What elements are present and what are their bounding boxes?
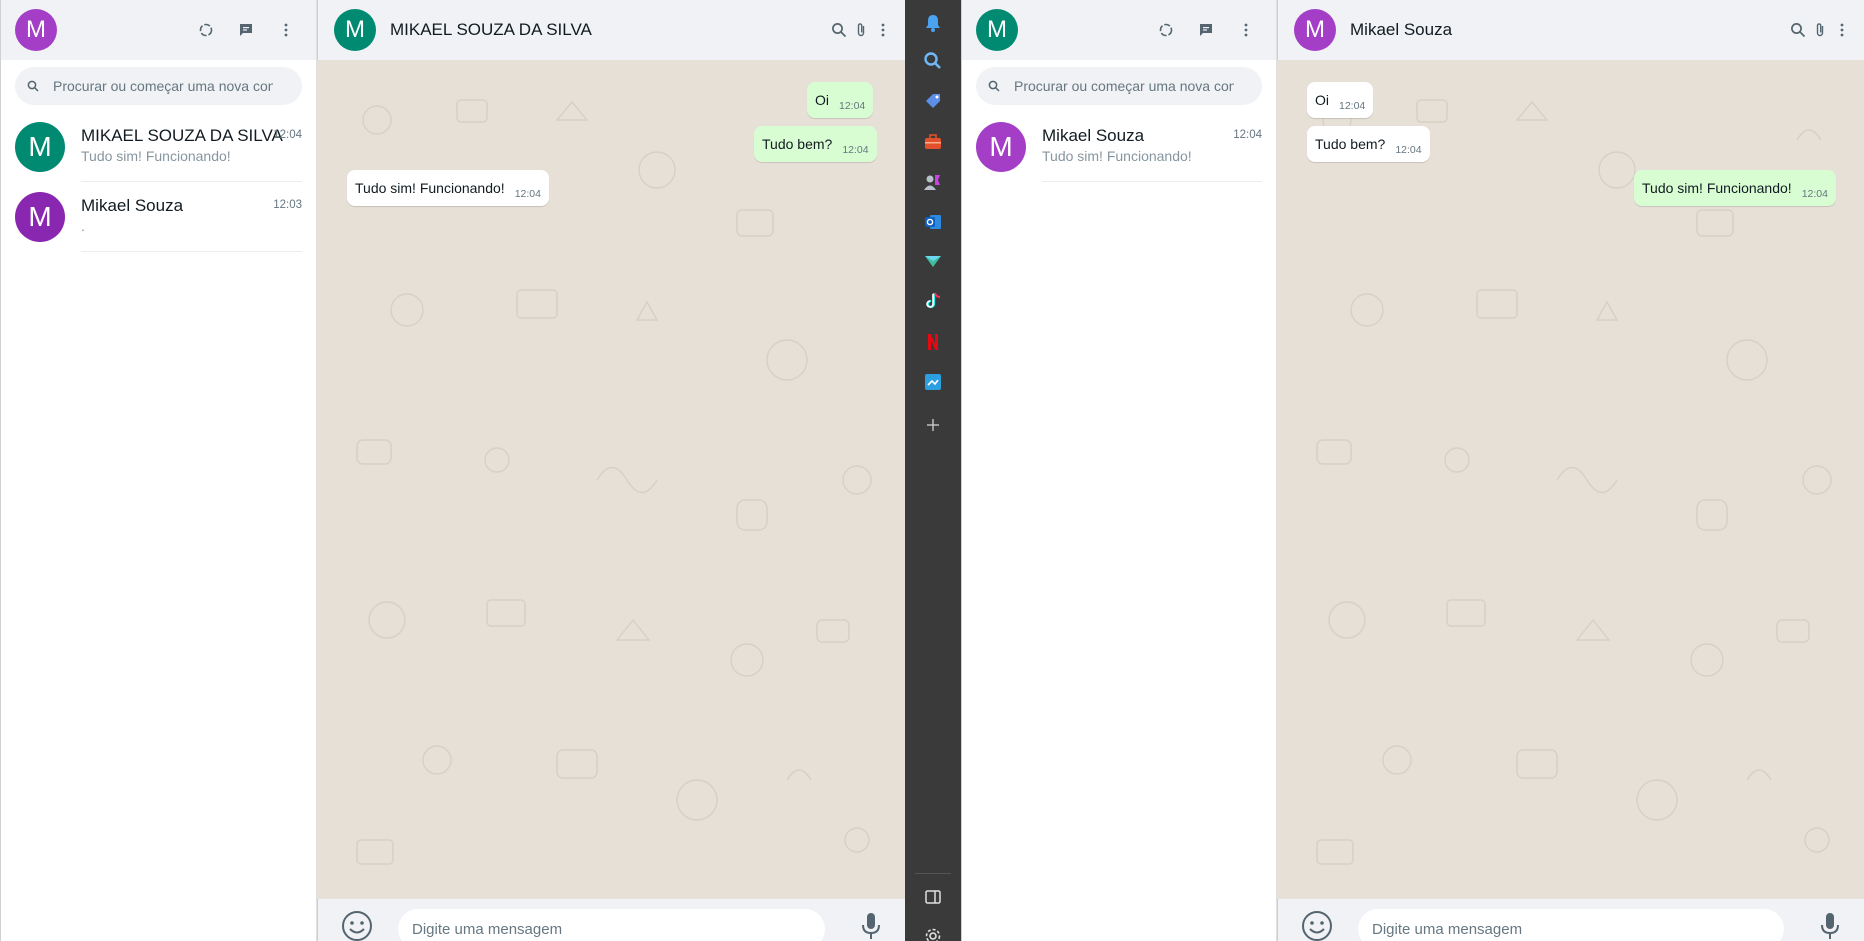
- conversation-panel-a: M MIKAEL SOUZA DA SILVA Oi 12:04 Tudo be…: [317, 0, 905, 941]
- chat-list-panel-b: M M Mikael Souza 12:04 Tudo sim! Funcion…: [961, 0, 1277, 941]
- last-message-preview: .: [81, 218, 85, 234]
- message-text: Tudo bem?: [1315, 136, 1386, 152]
- app-dock: [905, 0, 961, 941]
- message-text: Oi: [1315, 92, 1329, 108]
- search-input[interactable]: [1014, 78, 1234, 94]
- search-icon[interactable]: [1790, 22, 1806, 38]
- message-bubble[interactable]: Tudo sim! Funcionando! 12:04: [1634, 170, 1836, 206]
- contact-avatar: M: [15, 192, 65, 242]
- tiktok-icon[interactable]: [922, 290, 944, 312]
- users-icon[interactable]: [922, 171, 944, 193]
- search-box: [976, 67, 1262, 105]
- conversation-header[interactable]: M Mikael Souza: [1277, 0, 1864, 60]
- settings-icon[interactable]: [922, 925, 944, 941]
- conversation-header[interactable]: M MIKAEL SOUZA DA SILVA: [317, 0, 905, 60]
- message-bubble[interactable]: Tudo sim! Funcionando! 12:04: [347, 170, 549, 206]
- send-icon[interactable]: [922, 250, 944, 272]
- attach-icon[interactable]: [1812, 22, 1828, 38]
- message-text: Tudo sim! Funcionando!: [355, 180, 505, 196]
- outlook-icon[interactable]: [922, 211, 944, 233]
- conversation-panel-b: M Mikael Souza Oi 12:04 Tudo bem? 12:04 …: [1277, 0, 1864, 941]
- search-icon: [27, 80, 39, 92]
- conversation-title: Mikael Souza: [1350, 20, 1453, 39]
- chat-list-item[interactable]: M Mikael Souza 12:03 .: [1, 182, 316, 252]
- bell-icon[interactable]: [922, 12, 944, 34]
- microphone-icon[interactable]: [859, 911, 883, 941]
- last-message-preview: Tudo sim! Funcionando!: [1042, 148, 1192, 164]
- sidebar-header: M: [1, 0, 316, 60]
- message-bubble[interactable]: Tudo bem? 12:04: [1307, 126, 1430, 162]
- menu-icon[interactable]: [1238, 22, 1254, 38]
- toolbox-icon[interactable]: [922, 131, 944, 153]
- menu-icon[interactable]: [875, 22, 891, 38]
- last-message-time: 12:03: [273, 199, 302, 211]
- message-time: 12:04: [1801, 188, 1828, 200]
- profile-avatar[interactable]: M: [976, 9, 1018, 51]
- message-bubble[interactable]: Oi 12:04: [807, 82, 874, 118]
- emoji-icon[interactable]: [340, 909, 374, 941]
- search-input[interactable]: [53, 78, 273, 94]
- search-icon: [988, 80, 1000, 92]
- message-time: 12:04: [1395, 144, 1422, 156]
- message-input[interactable]: [1358, 909, 1784, 941]
- conversation-title: MIKAEL SOUZA DA SILVA: [390, 20, 592, 39]
- contact-avatar[interactable]: M: [1294, 9, 1336, 51]
- last-message-preview: Tudo sim! Funcionando!: [81, 148, 231, 164]
- menu-icon[interactable]: [1834, 22, 1850, 38]
- emoji-icon[interactable]: [1300, 909, 1334, 941]
- search-bar: [962, 60, 1276, 112]
- search-icon[interactable]: [831, 22, 847, 38]
- contact-avatar: M: [15, 122, 65, 172]
- message-composer: [317, 899, 905, 941]
- sidebar-header: M: [962, 0, 1276, 60]
- message-time: 12:04: [514, 188, 541, 200]
- message-bubble[interactable]: Tudo bem? 12:04: [754, 126, 877, 162]
- chat-list-item[interactable]: M MIKAEL SOUZA DA SILVA 12:04 Tudo sim! …: [1, 112, 316, 182]
- contact-name: Mikael Souza: [1042, 126, 1145, 145]
- message-text: Tudo bem?: [762, 136, 833, 152]
- attach-icon[interactable]: [853, 22, 869, 38]
- message-time: 12:04: [839, 100, 866, 112]
- screenshot-icon[interactable]: [922, 371, 944, 393]
- chat-list-panel-a: M M MIKAEL SOUZA DA SILVA 12:04 Tudo sim…: [0, 0, 317, 941]
- chat-list-item[interactable]: M Mikael Souza 12:04 Tudo sim! Funcionan…: [962, 112, 1276, 182]
- message-time: 12:04: [842, 144, 869, 156]
- new-chat-icon[interactable]: [1198, 22, 1214, 38]
- contact-avatar[interactable]: M: [334, 9, 376, 51]
- microphone-icon[interactable]: [1818, 911, 1842, 941]
- dock-divider: [915, 873, 951, 874]
- netflix-icon[interactable]: [922, 331, 944, 353]
- add-icon[interactable]: [922, 414, 944, 436]
- menu-icon[interactable]: [278, 22, 294, 38]
- panel-icon[interactable]: [922, 886, 944, 908]
- message-text: Oi: [815, 92, 829, 108]
- status-icon[interactable]: [198, 22, 214, 38]
- message-input[interactable]: [398, 909, 825, 941]
- contact-name: MIKAEL SOUZA DA SILVA: [81, 126, 283, 145]
- new-chat-icon[interactable]: [238, 22, 254, 38]
- profile-avatar[interactable]: M: [15, 9, 57, 51]
- contact-avatar: M: [976, 122, 1026, 172]
- message-time: 12:04: [1339, 100, 1366, 112]
- contact-name: Mikael Souza: [81, 196, 184, 215]
- last-message-time: 12:04: [273, 129, 302, 141]
- tag-icon[interactable]: [922, 90, 944, 112]
- search-bar: [1, 60, 316, 112]
- message-text: Tudo sim! Funcionando!: [1642, 180, 1792, 196]
- search-icon[interactable]: [922, 50, 944, 72]
- last-message-time: 12:04: [1233, 129, 1262, 141]
- search-box: [15, 67, 302, 105]
- message-bubble[interactable]: Oi 12:04: [1307, 82, 1374, 118]
- status-icon[interactable]: [1158, 22, 1174, 38]
- message-composer: [1277, 899, 1864, 941]
